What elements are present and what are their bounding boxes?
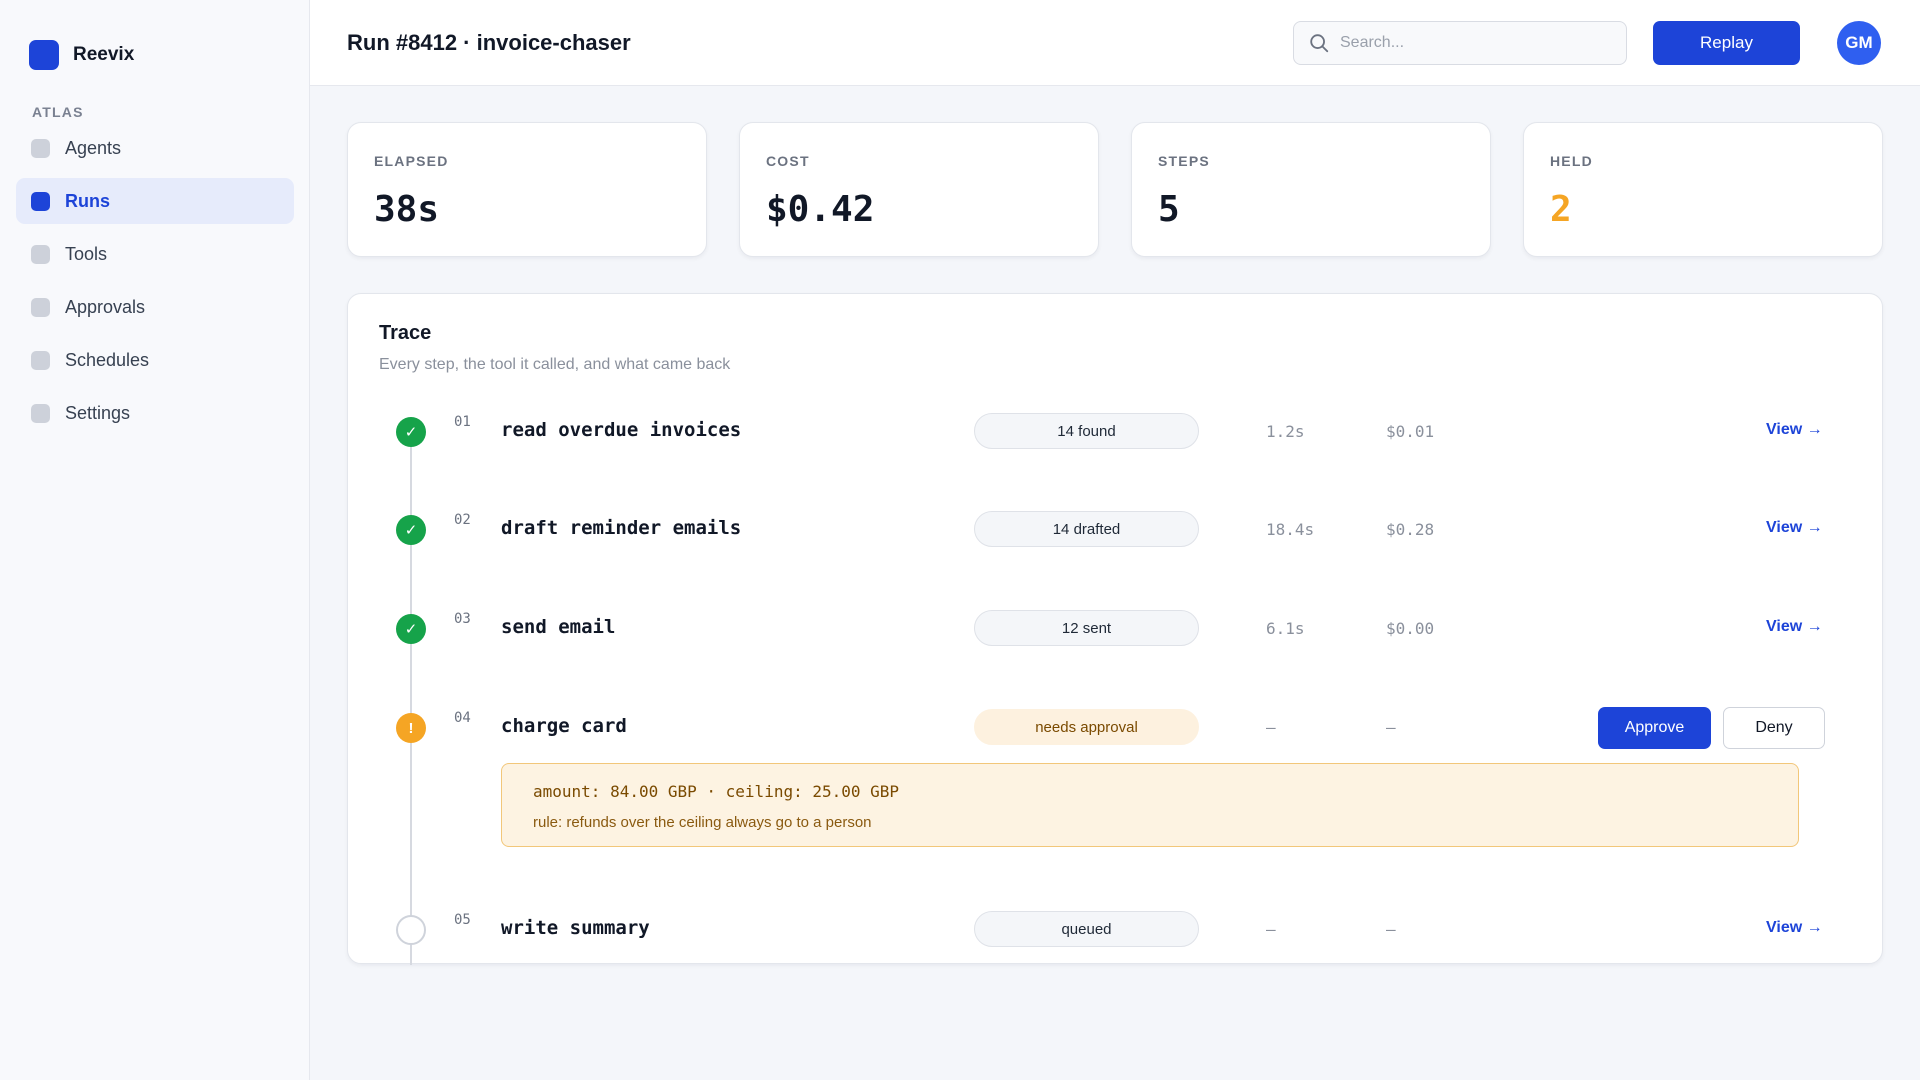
- step-number: 04: [454, 710, 471, 726]
- held-rule-detail: rule: refunds over the ceiling always go…: [533, 814, 872, 831]
- brand-name: Reevix: [73, 44, 135, 65]
- step-name: read overdue invoices: [501, 419, 742, 441]
- step-name: charge card: [501, 715, 627, 737]
- approvals-icon: [31, 297, 50, 317]
- needs-approval-badge: needs approval: [974, 709, 1199, 745]
- trace-step: ✓ 02 draft reminder emails 14 drafted 18…: [348, 510, 1884, 550]
- step-number: 02: [454, 512, 471, 528]
- sidebar-item-label: Approvals: [65, 296, 146, 317]
- top-bar: Run #8412 · invoice-chaser Replay GM: [310, 0, 1920, 86]
- stat-value: 38s: [374, 189, 440, 230]
- step-duration: –: [1266, 718, 1276, 737]
- avatar[interactable]: GM: [1837, 21, 1881, 65]
- stat-label: HELD: [1550, 153, 1593, 169]
- sidebar-item-label: Runs: [65, 190, 110, 211]
- step-cost: –: [1386, 920, 1396, 939]
- check-icon: ✓: [396, 515, 426, 545]
- sidebar-item-approvals[interactable]: Approvals: [16, 284, 294, 330]
- sidebar-item-tools[interactable]: Tools: [16, 231, 294, 277]
- stat-label: STEPS: [1158, 153, 1210, 169]
- step-result-badge: queued: [974, 911, 1199, 947]
- sidebar: Reevix ATLAS Agents Runs Tools Approvals…: [0, 0, 310, 1080]
- stat-value: 5: [1158, 189, 1180, 230]
- trace-step-held: ! 04 charge card needs approval – – Appr…: [348, 707, 1884, 749]
- stat-label: COST: [766, 153, 810, 169]
- step-cost: $0.28: [1386, 520, 1435, 539]
- stat-card-held: HELD 2: [1523, 122, 1883, 257]
- held-amount-detail: amount: 84.00 GBP · ceiling: 25.00 GBP: [533, 782, 900, 801]
- replay-button[interactable]: Replay: [1653, 21, 1800, 65]
- approve-button[interactable]: Approve: [1598, 707, 1711, 749]
- trace-step: 05 write summary queued – – View →: [348, 910, 1884, 950]
- step-cost: –: [1386, 718, 1396, 737]
- empty-circle-icon: [396, 915, 426, 945]
- step-name: draft reminder emails: [501, 517, 742, 539]
- sidebar-item-settings[interactable]: Settings: [16, 390, 294, 436]
- sidebar-item-label: Settings: [65, 402, 131, 423]
- sidebar-item-schedules[interactable]: Schedules: [16, 337, 294, 383]
- view-step-link[interactable]: View →: [1766, 618, 1823, 636]
- trace-subtitle: Every step, the tool it called, and what…: [379, 356, 731, 373]
- runs-icon: [31, 191, 50, 211]
- check-icon: ✓: [396, 417, 426, 447]
- check-icon: ✓: [396, 614, 426, 644]
- stat-card-cost: COST $0.42: [739, 122, 1099, 257]
- step-result-badge: 12 sent: [974, 610, 1199, 646]
- sidebar-item-runs[interactable]: Runs: [16, 178, 294, 224]
- sidebar-item-agents[interactable]: Agents: [16, 125, 294, 171]
- search-box[interactable]: [1293, 21, 1627, 65]
- sidebar-item-label: Schedules: [65, 349, 150, 370]
- exclamation-icon: !: [396, 713, 426, 743]
- step-result-badge: 14 drafted: [974, 511, 1199, 547]
- deny-button[interactable]: Deny: [1723, 707, 1825, 749]
- trace-title: Trace: [379, 322, 432, 344]
- search-icon: [1310, 34, 1329, 53]
- held-detail-box: amount: 84.00 GBP · ceiling: 25.00 GBP r…: [501, 763, 1799, 847]
- sidebar-item-label: Tools: [65, 243, 108, 264]
- step-number: 03: [454, 611, 471, 627]
- step-name: send email: [501, 616, 616, 638]
- page-title: Run #8412 · invoice-chaser: [347, 30, 631, 55]
- stat-label: ELAPSED: [374, 153, 449, 169]
- stat-card-steps: STEPS 5: [1131, 122, 1491, 257]
- brand-logo-icon: [29, 40, 59, 70]
- step-number: 01: [454, 414, 471, 430]
- view-step-link[interactable]: View →: [1766, 421, 1823, 439]
- step-cost: $0.00: [1386, 619, 1435, 638]
- brand[interactable]: Reevix: [29, 40, 134, 70]
- step-name: write summary: [501, 917, 650, 939]
- view-step-link[interactable]: View →: [1766, 519, 1823, 537]
- step-number: 05: [454, 912, 471, 928]
- stat-value: $0.42: [766, 189, 875, 230]
- sidebar-item-label: Agents: [65, 137, 122, 158]
- nav-section-label: ATLAS: [32, 104, 84, 120]
- step-duration: 6.1s: [1266, 619, 1305, 638]
- agents-icon: [31, 138, 50, 158]
- step-result-badge: 14 found: [974, 413, 1199, 449]
- settings-icon: [31, 403, 50, 423]
- trace-panel: Trace Every step, the tool it called, an…: [347, 293, 1884, 965]
- sidebar-nav: Agents Runs Tools Approvals Schedules Se…: [16, 125, 294, 443]
- step-cost: $0.01: [1386, 422, 1435, 441]
- schedules-icon: [31, 350, 50, 370]
- tools-icon: [31, 244, 50, 264]
- step-duration: 1.2s: [1266, 422, 1305, 441]
- step-duration: –: [1266, 920, 1276, 939]
- step-duration: 18.4s: [1266, 520, 1315, 539]
- trace-step: ✓ 03 send email 12 sent 6.1s $0.00 View …: [348, 609, 1884, 649]
- search-input[interactable]: [1340, 34, 1610, 52]
- trace-step: ✓ 01 read overdue invoices 14 found 1.2s…: [348, 412, 1884, 452]
- stat-value: 2: [1550, 189, 1572, 230]
- stat-card-elapsed: ELAPSED 38s: [347, 122, 707, 257]
- view-step-link[interactable]: View →: [1766, 919, 1823, 937]
